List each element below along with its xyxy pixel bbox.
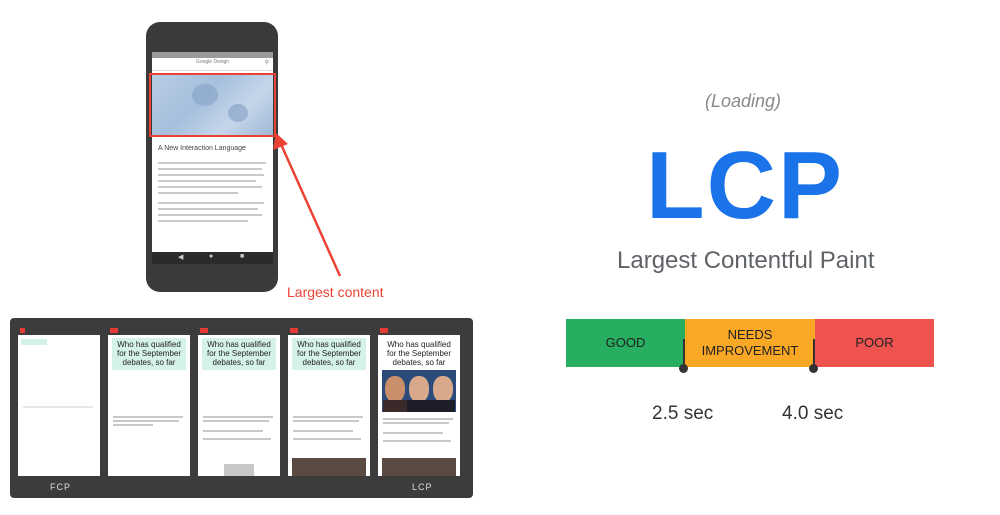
frame-text-line	[113, 420, 179, 422]
segment-good: GOOD	[566, 319, 685, 367]
frame-text-line	[293, 416, 363, 418]
candidate-suit	[431, 400, 455, 412]
frame-status-bar	[108, 326, 190, 335]
segment-poor: POOR	[815, 319, 934, 367]
frame-text-line	[293, 420, 359, 422]
loading-filmstrip: Who has qualified for the September deba…	[10, 318, 473, 498]
headline-text: Who has qualified for the September deba…	[206, 340, 272, 367]
frame-text-line	[23, 406, 93, 408]
filmstrip-frame: Who has qualified for the September deba…	[288, 326, 370, 476]
filmstrip-frame	[18, 326, 100, 476]
lcp-acronym: LCP	[646, 132, 844, 239]
frame-text-line	[383, 432, 443, 434]
candidate-suit	[383, 400, 407, 412]
loading-label: (Loading)	[705, 91, 782, 111]
frame-text-line	[383, 418, 453, 420]
candidate-face	[409, 376, 429, 402]
frame-status-bar	[378, 326, 460, 335]
filmstrip-frame: Who has qualified for the September deba…	[108, 326, 190, 476]
filmstrip-frame: Who has qualified for the September deba…	[198, 326, 280, 476]
headline-box: Who has qualified for the September deba…	[292, 338, 366, 370]
frame-logo	[380, 328, 388, 333]
headline-box: Who has qualified for the September deba…	[112, 338, 186, 370]
threshold-marker	[809, 364, 818, 373]
candidates-photo	[382, 370, 456, 412]
threshold-tick	[683, 339, 685, 367]
threshold-marker	[679, 364, 688, 373]
frame-logo	[20, 328, 25, 333]
segment-needs-improvement-label: NEEDS IMPROVEMENT	[701, 327, 799, 358]
frame-text-line	[293, 430, 353, 432]
frame-status-bar	[288, 326, 370, 335]
frame-placeholder	[21, 339, 47, 345]
headline-text: Who has qualified for the September deba…	[116, 340, 182, 367]
frame-text-line	[113, 424, 153, 426]
fcp-label: FCP	[50, 482, 71, 492]
threshold-poor-label: 4.0 sec	[782, 403, 844, 424]
frame-text-line	[203, 430, 263, 432]
candidate-face	[385, 376, 405, 402]
frame-text-line	[203, 420, 269, 422]
largest-content-label: Largest content	[287, 284, 384, 300]
segment-needs-improvement: NEEDS IMPROVEMENT	[685, 319, 815, 367]
frame-status-bar	[198, 326, 280, 335]
frame-text-line	[203, 416, 273, 418]
candidate-face	[433, 376, 453, 402]
frame-text-line	[383, 440, 451, 442]
headline-box: Who has qualified for the September deba…	[202, 338, 276, 370]
threshold-good-label: 2.5 sec	[652, 403, 714, 424]
threshold-tick	[813, 339, 815, 367]
frame-logo	[200, 328, 208, 333]
candidate-suit	[407, 400, 431, 412]
frame-logo	[290, 328, 298, 333]
frame-image-placeholder	[224, 464, 254, 476]
frame-text-line	[293, 438, 361, 440]
headline-box: Who has qualified for the September deba…	[382, 338, 456, 368]
headline-text: Who has qualified for the September deba…	[386, 340, 452, 367]
frame-text-line	[383, 422, 449, 424]
lcp-full-name: Largest Contentful Paint	[617, 247, 875, 274]
frame-status-bar	[18, 326, 100, 335]
frame-image-placeholder	[382, 458, 456, 476]
lcp-frame-label: LCP	[412, 482, 433, 492]
frame-text-line	[113, 416, 183, 418]
filmstrip-frame: Who has qualified for the September deba…	[378, 326, 460, 476]
frame-image-placeholder	[292, 458, 366, 476]
headline-text: Who has qualified for the September deba…	[296, 340, 362, 367]
frame-text-line	[203, 438, 271, 440]
frame-logo	[110, 328, 118, 333]
